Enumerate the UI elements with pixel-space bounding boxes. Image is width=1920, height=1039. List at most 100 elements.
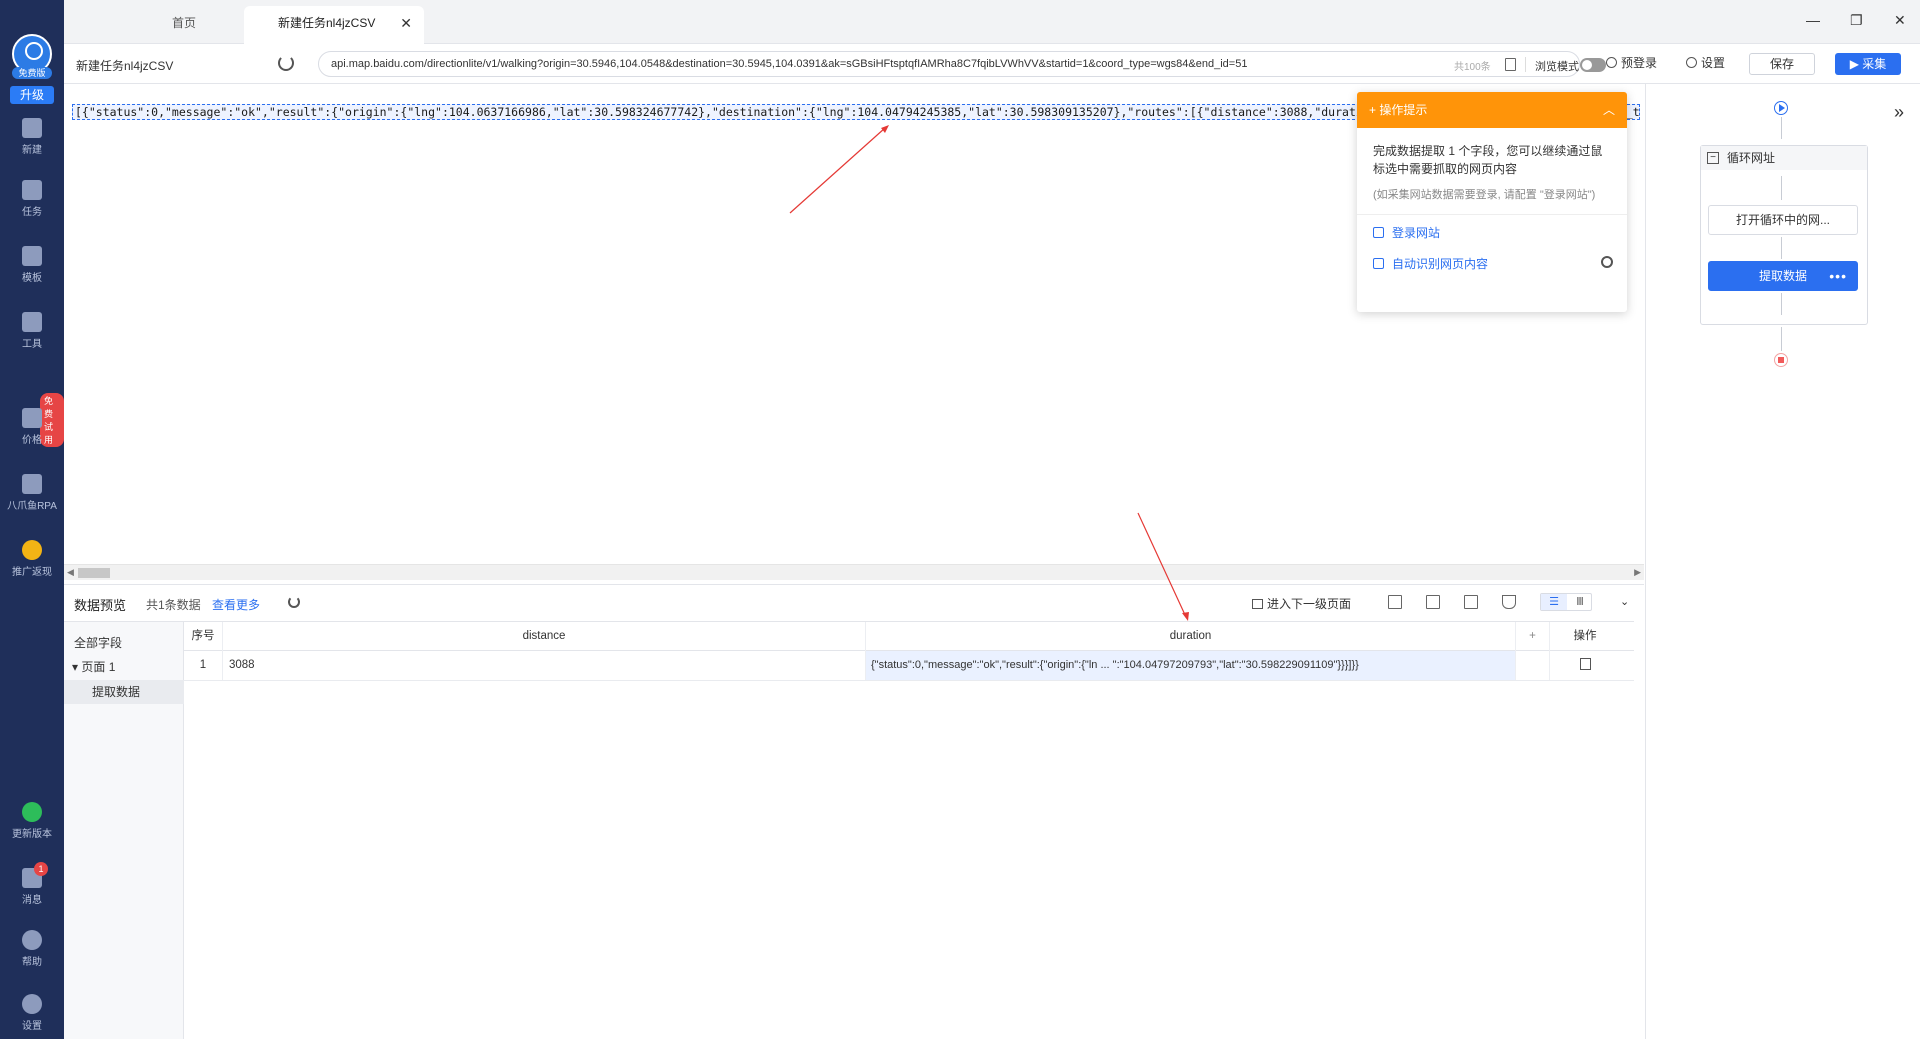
refresh-icon[interactable] xyxy=(278,55,294,71)
close-icon[interactable]: ✕ xyxy=(400,6,412,40)
table-row[interactable]: 1 3088 {"status":0,"message":"ok","resul… xyxy=(184,651,1634,681)
view-more-link[interactable]: 查看更多 xyxy=(212,596,260,613)
sidebar-item-label: 价格 xyxy=(22,435,42,446)
app-window: 免费版 升级 新建 任务 模板 工具 免费试用 价格 八爪鱼RPA 推广返现 更… xyxy=(0,0,1920,1039)
plus-icon: + xyxy=(1369,103,1380,117)
chevron-up-icon[interactable]: ︿ xyxy=(1603,92,1615,128)
next-level-label: 进入下一级页面 xyxy=(1267,597,1352,611)
upgrade-button[interactable]: 升级 xyxy=(10,86,54,104)
upload-icon[interactable] xyxy=(1464,595,1478,609)
all-fields-item[interactable]: 全部字段 xyxy=(74,634,122,651)
tab-home[interactable]: 首页 xyxy=(124,6,244,44)
address-bar: 新建任务nl4jzCSV api.map.baidu.com/direction… xyxy=(64,44,1920,84)
record-count: 共1条数据 xyxy=(146,598,201,612)
table-header: 序号 distance duration + 操作 xyxy=(184,621,1634,651)
filter-icon[interactable] xyxy=(1502,595,1516,609)
sidebar-item-referral[interactable]: 推广返现 xyxy=(0,540,64,578)
pre-login-label: 预登录 xyxy=(1621,56,1658,70)
column-view-icon[interactable]: Ⅲ xyxy=(1567,594,1593,610)
loop-label: 循环网址 xyxy=(1727,151,1776,165)
url-input[interactable]: api.map.baidu.com/directionlite/v1/walki… xyxy=(318,51,1606,77)
divider xyxy=(1357,214,1627,215)
view-toggle[interactable]: ☰ Ⅲ xyxy=(1540,593,1592,611)
sidebar-item-new[interactable]: 新建 xyxy=(0,118,64,156)
add-column-icon[interactable]: + xyxy=(1516,622,1550,651)
window-close-icon[interactable]: ✕ xyxy=(1894,12,1906,29)
flow-connector xyxy=(1781,293,1782,315)
settings-label: 设置 xyxy=(1701,56,1726,70)
loop-header: − 循环网址 xyxy=(1701,146,1867,170)
plus-square-icon xyxy=(22,118,42,138)
page-1-item[interactable]: ▾ 页面 1 xyxy=(72,658,115,675)
octopus-icon xyxy=(22,474,42,494)
document-icon[interactable] xyxy=(1505,58,1516,71)
chevron-down-icon[interactable]: ⌄ xyxy=(1620,595,1629,608)
sidebar-item-settings[interactable]: 设置 xyxy=(0,994,64,1032)
tab-new-task[interactable]: 新建任务nl4jzCSV ✕ xyxy=(244,6,424,44)
scroll-left-icon[interactable]: ◀ xyxy=(67,567,74,578)
link-label: 登录网站 xyxy=(1392,226,1441,240)
start-icon[interactable] xyxy=(1774,101,1788,115)
column-header-distance[interactable]: distance xyxy=(223,622,866,651)
link-label: 自动识别网页内容 xyxy=(1392,257,1489,271)
sidebar-item-pricing[interactable]: 价格 xyxy=(0,408,64,446)
gear-icon[interactable] xyxy=(1601,256,1613,268)
sidebar-item-rpa[interactable]: 八爪鱼RPA xyxy=(0,474,64,512)
export-page-icon[interactable] xyxy=(1388,595,1402,609)
page-label: 页面 1 xyxy=(81,660,116,674)
scroll-right-icon[interactable]: ▶ xyxy=(1634,567,1641,578)
collapse-icon[interactable]: − xyxy=(1707,152,1719,164)
scan-icon xyxy=(1373,258,1384,269)
url-text[interactable]: api.map.baidu.com/directionlite/v1/walki… xyxy=(331,58,1391,70)
sidebar-item-label: 推广返现 xyxy=(12,567,52,578)
coin-icon xyxy=(22,540,42,560)
sidebar-item-help[interactable]: 帮助 xyxy=(0,930,64,968)
open-loop-page-node[interactable]: 打开循环中的网... xyxy=(1708,205,1858,235)
minimize-icon[interactable]: — xyxy=(1806,12,1820,28)
list-view-icon[interactable]: ☰ xyxy=(1541,594,1567,610)
task-name: 新建任务nl4jzCSV xyxy=(76,59,174,73)
sidebar-item-label: 模板 xyxy=(22,273,42,284)
extract-data-item[interactable]: 提取数据 xyxy=(64,680,184,704)
pre-login-button[interactable]: 预登录 xyxy=(1606,54,1657,71)
collect-button[interactable]: ▶ 采集 xyxy=(1835,53,1901,75)
horizontal-scrollbar[interactable]: ◀ ▶ xyxy=(64,564,1644,580)
page-icon xyxy=(1252,599,1263,609)
cell-distance[interactable]: 3088 xyxy=(223,651,866,680)
enter-next-level-button[interactable]: 进入下一级页面 xyxy=(1252,595,1351,612)
sidebar-item-label: 设置 xyxy=(22,1021,42,1032)
flow-connector xyxy=(1781,117,1782,139)
sidebar-item-tools[interactable]: 工具 xyxy=(0,312,64,350)
sidebar-item-templates[interactable]: 模板 xyxy=(0,246,64,284)
help-icon xyxy=(22,930,42,950)
restore-icon[interactable]: ❐ xyxy=(1850,12,1863,29)
settings-button[interactable]: 设置 xyxy=(1686,54,1725,71)
export-row-icon[interactable] xyxy=(1579,658,1591,670)
column-header-duration[interactable]: duration xyxy=(866,622,1516,651)
cell-duration[interactable]: {"status":0,"message":"ok","result":{"or… xyxy=(866,651,1516,680)
flow-connector xyxy=(1781,237,1782,259)
sidebar-item-label: 新建 xyxy=(22,145,42,156)
sidebar-item-tasks[interactable]: 任务 xyxy=(0,180,64,218)
preview-title: 数据预览 xyxy=(74,598,127,613)
loop-url-block[interactable]: − 循环网址 xyxy=(1700,145,1868,325)
sidebar-item-label: 消息 xyxy=(22,895,42,906)
sidebar-item-messages[interactable]: 消息 xyxy=(0,868,64,906)
operation-tip-popup: + 操作提示 ︿ 完成数据提取 1 个字段，您可以继续通过鼠标选中需要抓取的网页… xyxy=(1357,92,1627,312)
scrollbar-thumb[interactable] xyxy=(78,568,110,578)
browse-mode-toggle[interactable] xyxy=(1580,58,1606,72)
refresh-icon[interactable] xyxy=(288,596,300,608)
download-icon[interactable] xyxy=(1426,595,1440,609)
tip-note: (如采集网站数据需要登录, 请配置 "登录网站") xyxy=(1373,189,1596,201)
sidebar-item-label: 帮助 xyxy=(22,957,42,968)
login-site-link[interactable]: 登录网站 xyxy=(1357,217,1627,248)
url-count: 共100条 xyxy=(1454,62,1491,73)
double-chevron-right-icon[interactable]: » xyxy=(1894,102,1904,123)
auto-detect-link[interactable]: 自动识别网页内容 xyxy=(1357,248,1627,279)
tab-label: 新建任务nl4jzCSV xyxy=(278,16,376,30)
more-icon[interactable]: ••• xyxy=(1829,262,1847,290)
sidebar-item-update[interactable]: 更新版本 xyxy=(0,802,64,840)
extract-data-node[interactable]: 提取数据 ••• xyxy=(1708,261,1858,291)
toolbox-icon xyxy=(22,312,42,332)
save-button[interactable]: 保存 xyxy=(1749,53,1815,75)
